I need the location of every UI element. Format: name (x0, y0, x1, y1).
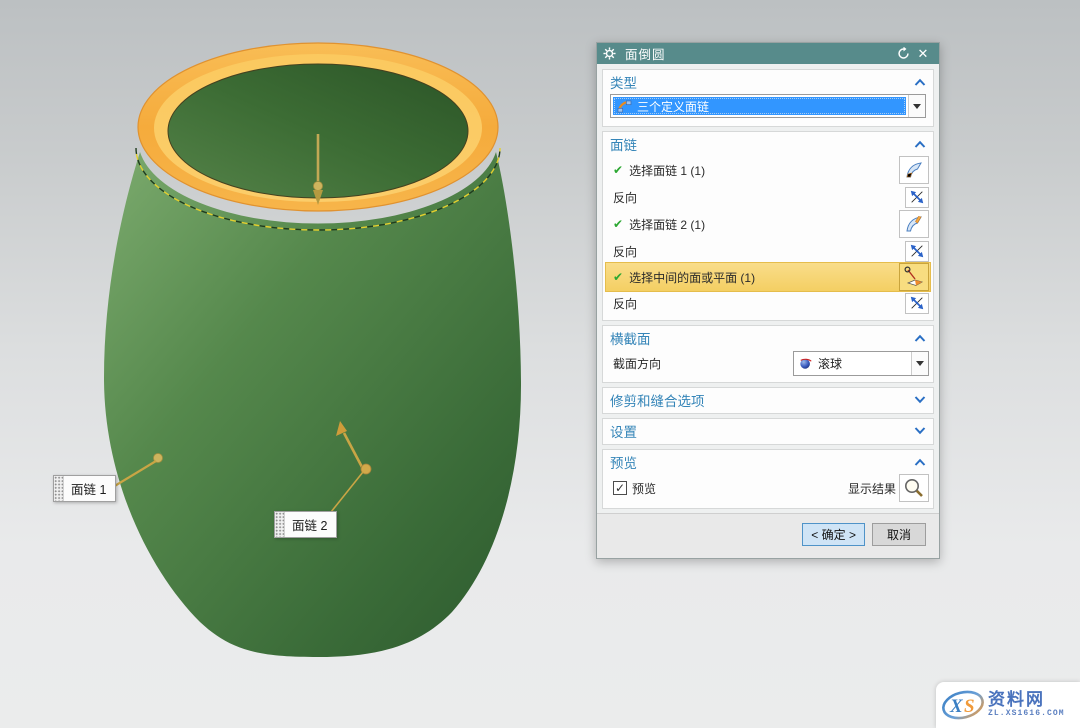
watermark-site-url: ZL.XS1616.COM (988, 710, 1065, 718)
preview-checkbox-label: 预览 (632, 480, 656, 497)
section-trim-sew-header[interactable]: 修剪和缝合选项 (606, 389, 930, 411)
chevron-up-icon[interactable] (914, 334, 926, 342)
section-type-header[interactable]: 类型 (606, 71, 930, 93)
svg-text:X: X (949, 696, 964, 717)
section-preview-header[interactable]: 预览 (606, 451, 930, 473)
show-result-label: 显示结果 (848, 480, 896, 497)
vase-body-face[interactable] (104, 152, 521, 657)
section-cross-section-title: 横截面 (610, 328, 914, 348)
dropdown-arrow-icon[interactable] (911, 352, 928, 375)
chevron-up-icon[interactable] (914, 458, 926, 466)
select-face-chain-1-label: 选择面链 1 (1) (629, 162, 705, 179)
tag-text: 面链 2 (285, 512, 336, 537)
face-icon (903, 213, 925, 235)
reverse-icon (909, 189, 925, 205)
section-cross-section: 横截面 截面方向 (602, 325, 934, 383)
reverse-direction-2-button[interactable] (905, 241, 929, 262)
type-selected-label: 三个定义面链 (637, 98, 709, 115)
dialog-title: 面倒圆 (625, 44, 893, 63)
section-type: 类型 三个定义面链 (602, 69, 934, 127)
section-cross-section-header[interactable]: 横截面 (606, 327, 930, 349)
watermark-badge: X S 资料网 ZL.XS1616.COM (936, 682, 1080, 728)
reverse-2-label: 反向 (613, 243, 637, 260)
section-face-chain-header[interactable]: 面链 (606, 133, 930, 155)
check-icon: ✔ (613, 163, 623, 177)
chevron-down-icon[interactable] (914, 396, 926, 404)
select-middle-face-row[interactable]: ✔ 选择中间的面或平面 (1) (606, 263, 930, 291)
reverse-direction-3-button[interactable] (905, 293, 929, 314)
section-direction-label: 截面方向 (613, 355, 661, 372)
preview-checkbox[interactable]: ✓ (613, 481, 627, 495)
dialog-menu-gear-icon[interactable] (603, 47, 616, 60)
section-trim-sew-title: 修剪和缝合选项 (610, 390, 914, 410)
show-result-button[interactable] (899, 474, 929, 502)
select-middle-face-button[interactable] (899, 263, 929, 291)
section-direction-value: 滚球 (818, 355, 842, 372)
preview-row: ✓ 预览 显示结果 (606, 473, 930, 503)
watermark-site-name: 资料网 (988, 691, 1065, 709)
select-face-wand-icon (903, 266, 925, 288)
face-chain-2-tag[interactable]: 面链 2 (274, 511, 337, 538)
section-direction-row: 截面方向 滚球 (606, 349, 930, 377)
reverse-icon (909, 243, 925, 259)
select-face-2-button[interactable] (899, 210, 929, 238)
reverse-direction-3-row: 反向 (606, 291, 930, 315)
section-face-chain-title: 面链 (610, 134, 914, 154)
select-face-chain-2-row[interactable]: ✔ 选择面链 2 (1) (606, 209, 930, 239)
reverse-icon (909, 295, 925, 311)
face-blend-dialog: 面倒圆 ✕ 类型 (596, 42, 940, 559)
graphics-viewport: 面链 1 面链 2 面倒圆 (0, 0, 1080, 728)
section-settings: 设置 (602, 418, 934, 445)
reverse-direction-2-row: 反向 (606, 239, 930, 263)
chevron-up-icon[interactable] (914, 78, 926, 86)
select-middle-face-label: 选择中间的面或平面 (1) (629, 269, 755, 286)
dropdown-arrow-icon[interactable] (908, 95, 925, 117)
magnifier-icon (903, 477, 925, 499)
section-preview: 预览 ✓ 预览 显示结果 (602, 449, 934, 509)
type-dropdown[interactable]: 三个定义面链 (610, 94, 926, 118)
select-face-chain-2-label: 选择面链 2 (1) (629, 216, 705, 233)
section-settings-header[interactable]: 设置 (606, 420, 930, 442)
face-chain-1-tag[interactable]: 面链 1 (53, 475, 116, 502)
dialog-footer: < 确定 > 取消 (597, 513, 939, 558)
xs-logo-icon: X S (940, 687, 986, 723)
type-dropdown-selected[interactable]: 三个定义面链 (613, 97, 906, 115)
tag-grip-handle[interactable] (275, 512, 285, 537)
rolling-ball-icon (799, 356, 813, 370)
check-icon: ✔ (613, 217, 623, 231)
select-face-1-button[interactable] (899, 156, 929, 184)
cancel-button[interactable]: 取消 (872, 523, 926, 546)
tag-text: 面链 1 (64, 476, 115, 501)
tag-grip-handle[interactable] (54, 476, 64, 501)
reverse-direction-1-button[interactable] (905, 187, 929, 208)
dialog-titlebar[interactable]: 面倒圆 ✕ (597, 43, 939, 64)
svg-text:S: S (964, 696, 975, 717)
face-icon (903, 159, 925, 181)
dialog-body: 类型 三个定义面链 (597, 64, 939, 509)
check-icon: ✔ (613, 270, 623, 284)
three-face-chain-icon (617, 100, 632, 113)
section-direction-dropdown[interactable]: 滚球 (793, 351, 929, 376)
chevron-up-icon[interactable] (914, 140, 926, 148)
section-preview-title: 预览 (610, 452, 914, 472)
close-icon[interactable]: ✕ (913, 44, 933, 63)
section-face-chain: 面链 ✔ 选择面链 1 (1) (602, 131, 934, 321)
reverse-1-label: 反向 (613, 189, 637, 206)
section-trim-sew: 修剪和缝合选项 (602, 387, 934, 414)
chevron-down-icon[interactable] (914, 427, 926, 435)
section-type-title: 类型 (610, 72, 914, 92)
reverse-3-label: 反向 (613, 295, 637, 312)
select-face-chain-1-row[interactable]: ✔ 选择面链 1 (1) (606, 155, 930, 185)
section-settings-title: 设置 (610, 421, 914, 441)
reset-icon[interactable] (893, 44, 913, 63)
reverse-direction-1-row: 反向 (606, 185, 930, 209)
ok-button[interactable]: < 确定 > (802, 523, 865, 546)
